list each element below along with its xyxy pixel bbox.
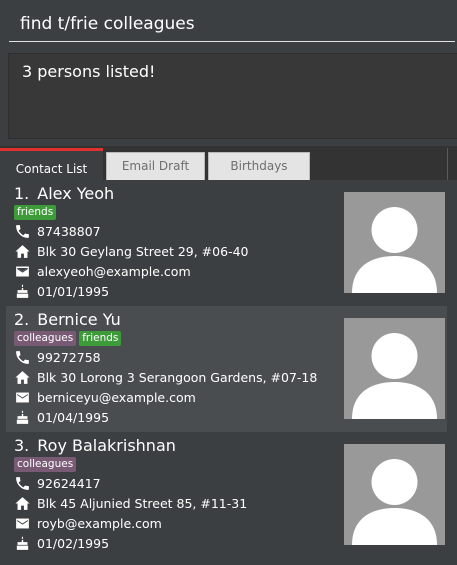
tag-list: friends [14, 205, 57, 220]
person-name: Roy Balakrishnan [37, 436, 176, 455]
person-name: Alex Yeoh [37, 184, 115, 203]
list-scrollbar-track[interactable] [447, 180, 457, 565]
phone-icon [16, 350, 29, 364]
cake-icon [16, 409, 29, 424]
address-row: Blk 45 Aljunied Street 85, #11-31 [14, 493, 247, 513]
mail-icon [16, 392, 29, 402]
tab-bar: Contact List Email Draft Birthdays [0, 146, 457, 180]
person-index: 3. [14, 436, 30, 455]
person-silhouette-icon [352, 333, 437, 419]
phone-icon [16, 224, 29, 238]
result-display: 3 persons listed! [8, 53, 457, 139]
result-message: 3 persons listed! [22, 62, 156, 81]
tab-pane-border [447, 148, 448, 180]
person-name-line: 3. Roy Balakrishnan [14, 436, 176, 455]
person-silhouette-icon [352, 459, 437, 545]
cake-icon [16, 283, 29, 298]
address-value: Blk 45 Aljunied Street 85, #11-31 [37, 495, 248, 511]
email-row: royb@example.com [14, 513, 162, 533]
cake-icon [16, 535, 29, 550]
phone-row: 87438807 [14, 221, 101, 241]
phone-icon [16, 476, 29, 490]
tag-badge: colleagues [14, 457, 77, 472]
home-icon [15, 496, 30, 510]
birthday-value: 01/02/1995 [37, 535, 110, 551]
email-row: berniceyu@example.com [14, 387, 196, 407]
birthday-row: 01/01/1995 [14, 281, 109, 301]
profile-photo [344, 444, 445, 545]
birthday-value: 01/01/1995 [37, 283, 110, 299]
tag-badge: friends [14, 205, 57, 220]
tag-list: colleagues [14, 457, 77, 472]
person-index: 1. [14, 184, 30, 203]
profile-photo [344, 192, 445, 293]
birthday-row: 01/04/1995 [14, 407, 109, 427]
tag-list: colleagues friends [14, 331, 122, 346]
person-silhouette-icon [352, 207, 437, 293]
person-card[interactable]: 2. Bernice Yu colleagues friends 99272758… [6, 306, 447, 432]
address-value: Blk 30 Geylang Street 29, #06-40 [37, 243, 249, 259]
email-value: alexyeoh@example.com [37, 263, 191, 279]
email-value: royb@example.com [37, 515, 162, 531]
phone-row: 99272758 [14, 347, 101, 367]
birthday-value: 01/04/1995 [37, 409, 110, 425]
tab-contact-list[interactable]: Contact List [0, 148, 103, 180]
tag-badge: colleagues [14, 331, 77, 346]
home-icon [15, 370, 30, 384]
birthday-row: 01/02/1995 [14, 533, 109, 553]
command-box [0, 0, 457, 46]
person-name-line: 2. Bernice Yu [14, 310, 121, 329]
phone-value: 92624417 [37, 475, 101, 491]
email-row: alexyeoh@example.com [14, 261, 191, 281]
home-icon [15, 244, 30, 258]
mail-icon [16, 518, 29, 528]
command-input[interactable] [9, 6, 455, 42]
phone-value: 87438807 [37, 223, 101, 239]
phone-value: 99272758 [37, 349, 101, 365]
tag-badge: friends [79, 331, 122, 346]
person-list[interactable]: 1. Alex Yeoh friends 87438807 Blk 30 Geyl… [0, 180, 457, 565]
app-window: 3 persons listed! Contact List Email Dra… [0, 0, 457, 565]
person-card[interactable]: 1. Alex Yeoh friends 87438807 Blk 30 Geyl… [6, 180, 447, 306]
mail-icon [16, 266, 29, 276]
phone-row: 92624417 [14, 473, 101, 493]
person-card[interactable]: 3. Roy Balakrishnan colleagues 92624417 B… [6, 432, 447, 558]
tab-birthdays[interactable]: Birthdays [208, 152, 310, 180]
tab-email-draft[interactable]: Email Draft [106, 152, 205, 180]
email-value: berniceyu@example.com [37, 389, 196, 405]
address-row: Blk 30 Lorong 3 Serangoon Gardens, #07-1… [14, 367, 317, 387]
address-row: Blk 30 Geylang Street 29, #06-40 [14, 241, 248, 261]
address-value: Blk 30 Lorong 3 Serangoon Gardens, #07-1… [37, 369, 318, 385]
person-name: Bernice Yu [37, 310, 121, 329]
profile-photo [344, 318, 445, 419]
person-name-line: 1. Alex Yeoh [14, 184, 114, 203]
person-index: 2. [14, 310, 30, 329]
